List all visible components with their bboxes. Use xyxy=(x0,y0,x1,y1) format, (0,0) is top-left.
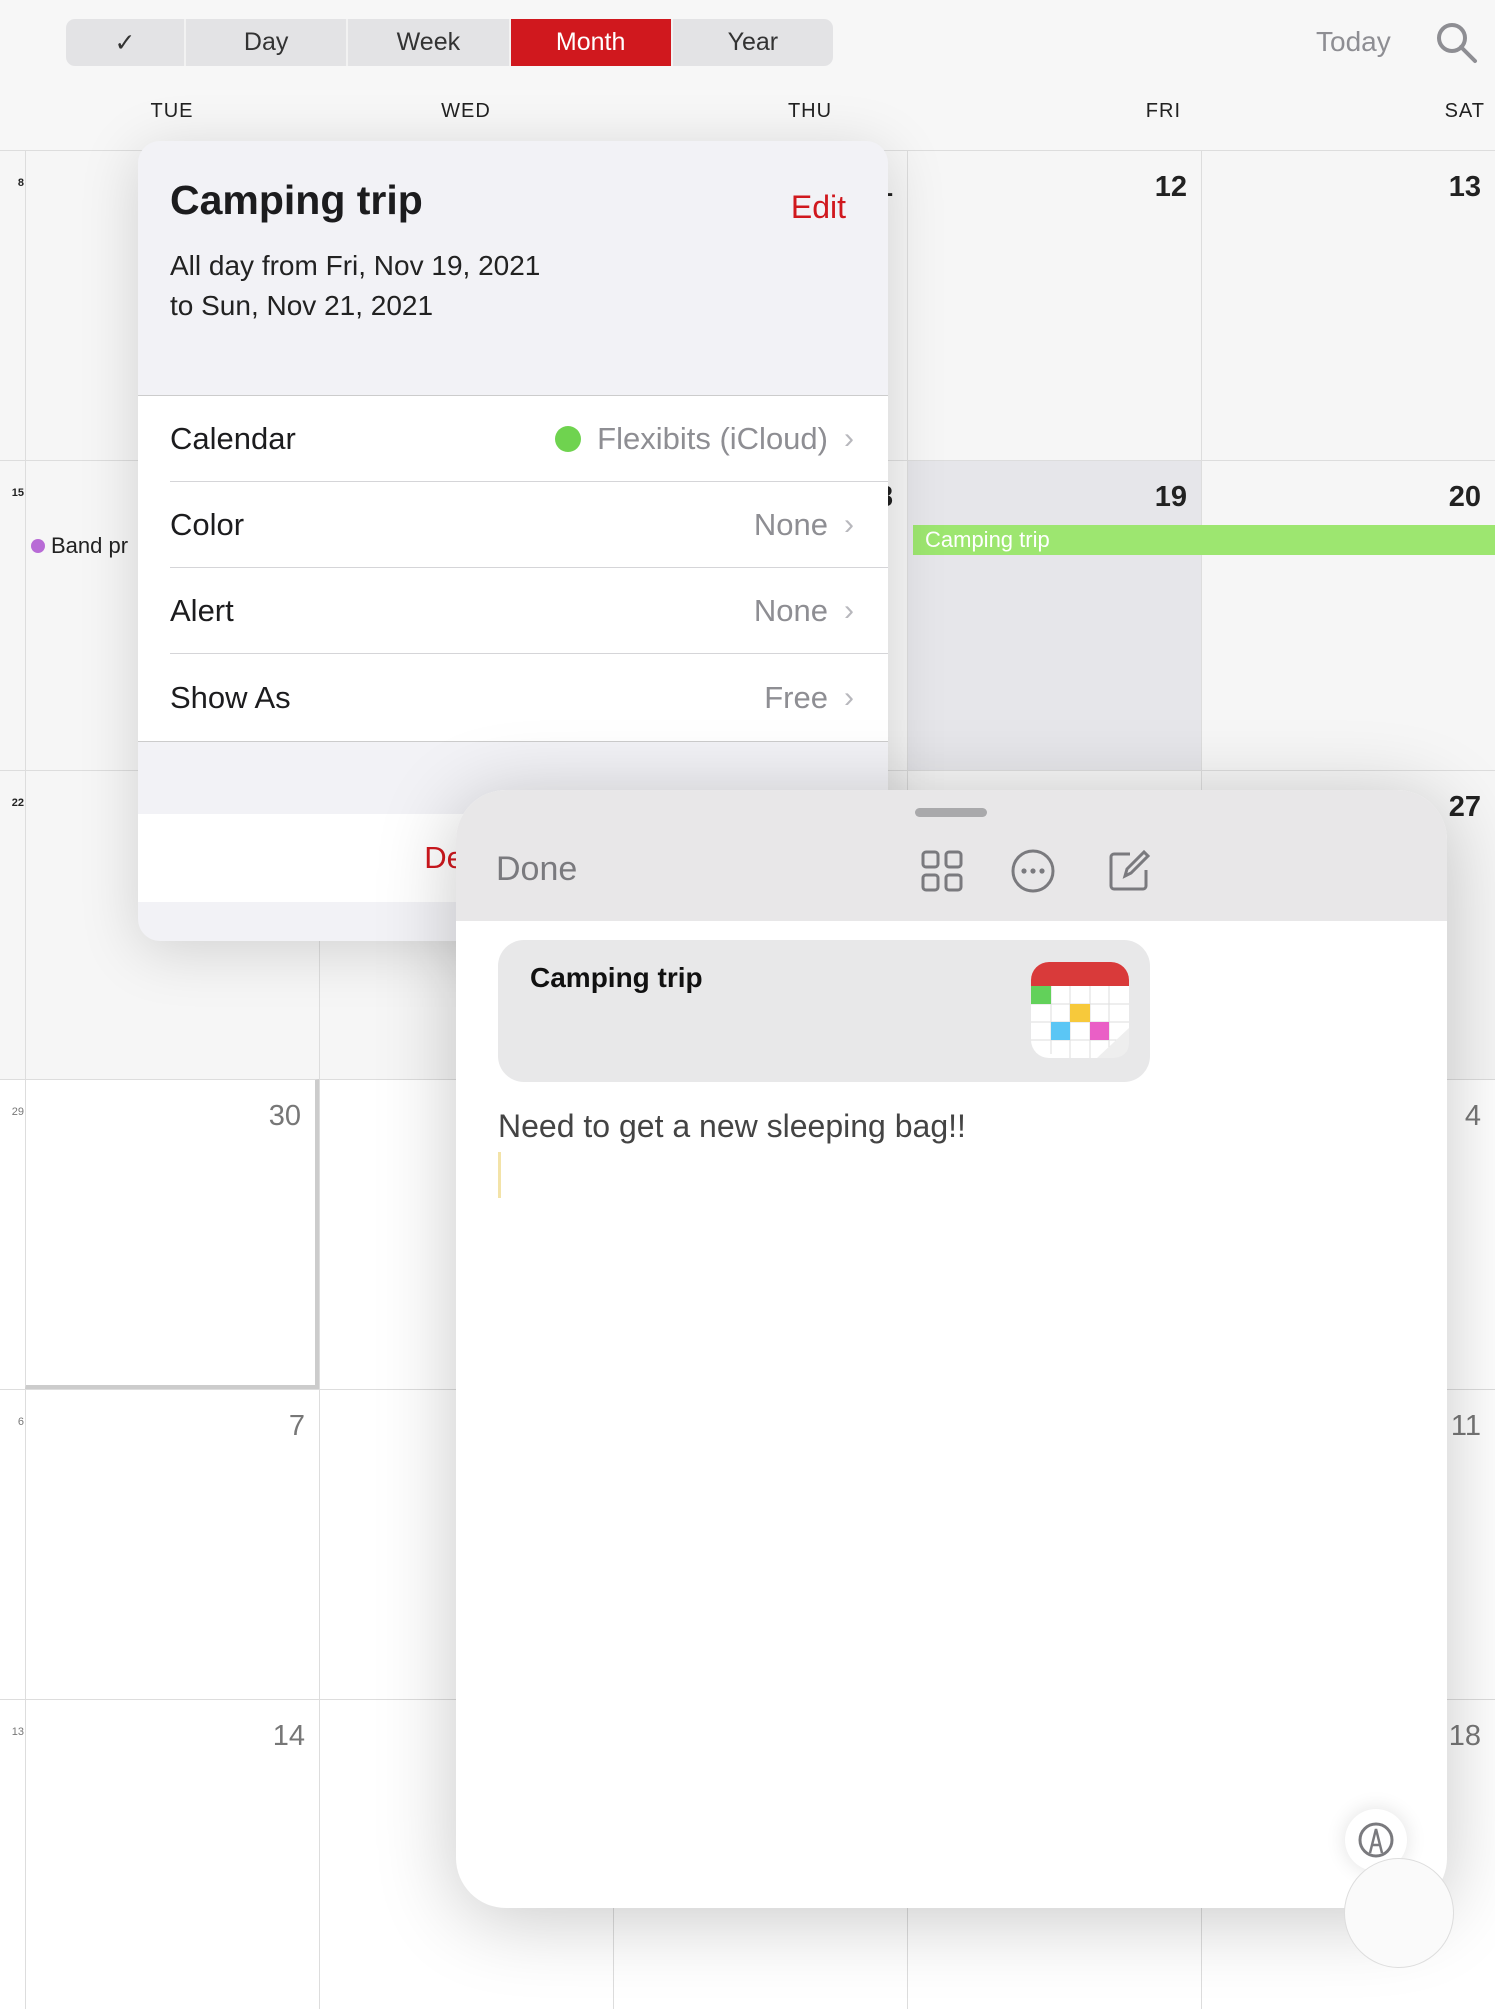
event-title: Camping trip xyxy=(170,177,423,223)
day-cell[interactable]: 14 xyxy=(25,1699,319,2009)
weekday-sat: SAT xyxy=(1444,100,1485,122)
row-label: Alert xyxy=(170,592,234,628)
segment-checkmark[interactable]: ✓ xyxy=(66,19,186,66)
search-icon[interactable] xyxy=(1434,20,1478,64)
event-dot xyxy=(31,539,45,553)
day-number: 14 xyxy=(272,1720,305,1752)
day-number: 30 xyxy=(268,1100,301,1133)
event-details-list: Calendar Flexibits (iCloud) › Color None › A… xyxy=(138,395,888,742)
day-cell[interactable]: 7 xyxy=(25,1389,319,1699)
chevron-right-icon: › xyxy=(844,680,854,714)
drag-handle[interactable] xyxy=(915,808,987,817)
event-dates: All day from Fri, Nov 19, 2021 to Sun, No… xyxy=(170,246,540,326)
day-number: 22 xyxy=(11,796,24,809)
date-line-2: to Sun, Nov 21, 2021 xyxy=(170,290,434,321)
day-cell[interactable]: 30 xyxy=(25,1079,319,1390)
segment-month[interactable]: Month xyxy=(510,19,673,66)
day-number: 8 xyxy=(17,177,24,189)
row-label: Color xyxy=(170,506,245,542)
text-cursor xyxy=(498,1152,501,1198)
day-cell[interactable]: 8 xyxy=(0,150,25,460)
day-cell[interactable]: 29 xyxy=(0,1079,25,1390)
more-icon[interactable] xyxy=(1010,848,1056,894)
row-value: None xyxy=(753,506,828,542)
row-calendar[interactable]: Calendar Flexibits (iCloud) › xyxy=(170,396,888,482)
row-value: Free xyxy=(764,679,828,715)
day-number: 27 xyxy=(1448,790,1481,823)
edit-button[interactable]: Edit xyxy=(791,189,846,226)
day-number: 4 xyxy=(1464,1100,1481,1133)
day-number: 18 xyxy=(1448,1720,1481,1752)
fantastical-app-icon xyxy=(1031,962,1129,1058)
day-cell[interactable]: 6 xyxy=(0,1389,25,1699)
day-cell[interactable]: 19 xyxy=(907,459,1201,770)
day-number: 13 xyxy=(11,1726,24,1738)
event-camping-trip[interactable]: Camping trip xyxy=(913,525,1495,555)
day-number: 20 xyxy=(1448,480,1481,513)
event-band-practice[interactable]: Band pr xyxy=(31,533,128,559)
date-line-1: All day from Fri, Nov 19, 2021 xyxy=(170,250,541,281)
day-number: 11 xyxy=(1450,1410,1481,1443)
segment-week[interactable]: Week xyxy=(348,19,511,66)
row-value: None xyxy=(753,592,828,628)
linked-event-card[interactable]: Camping trip xyxy=(498,940,1150,1082)
segment-day[interactable]: Day xyxy=(186,19,349,66)
day-cell[interactable]: 13 xyxy=(1201,150,1495,460)
view-segmented-control: ✓ Day Week Month Year xyxy=(66,19,833,66)
row-label: Calendar xyxy=(170,420,296,456)
day-number: 19 xyxy=(1154,480,1187,513)
row-show-as[interactable]: Show As Free › xyxy=(170,654,888,741)
weekday-fri: FRI xyxy=(1145,100,1181,122)
chevron-right-icon: › xyxy=(844,507,854,541)
day-cell[interactable]: 15 xyxy=(0,459,25,770)
done-button[interactable]: Done xyxy=(496,850,577,889)
weekday-wed: WED xyxy=(441,100,491,122)
row-alert[interactable]: Alert None › xyxy=(170,568,888,654)
row-color[interactable]: Color None › xyxy=(170,482,888,568)
toolbar: ✓ Day Week Month Year Today TUE WED THU … xyxy=(0,0,1495,150)
chevron-right-icon: › xyxy=(844,421,854,455)
row-value: Flexibits (iCloud) xyxy=(597,420,828,456)
chevron-right-icon: › xyxy=(844,593,854,627)
note-body-text[interactable]: Need to get a new sleeping bag!! xyxy=(498,1108,966,1145)
segment-year[interactable]: Year xyxy=(673,19,833,66)
calendar-color-dot xyxy=(555,425,582,452)
day-cell[interactable]: 13 xyxy=(0,1699,25,2009)
note-header: Done xyxy=(456,790,1447,921)
day-number: 7 xyxy=(288,1410,305,1443)
day-number: 15 xyxy=(11,486,24,499)
grid-icon[interactable] xyxy=(919,848,965,894)
day-number: 29 xyxy=(11,1106,24,1119)
today-button[interactable]: Today xyxy=(1316,26,1391,58)
quick-note-panel: Done Camping trip Need to get a new slee… xyxy=(456,790,1447,1908)
weekday-tue: TUE xyxy=(150,100,194,122)
compose-icon[interactable] xyxy=(1106,848,1152,894)
day-number: 13 xyxy=(1448,171,1481,203)
day-number: 6 xyxy=(17,1416,24,1429)
row-label: Show As xyxy=(170,679,291,715)
day-number: 12 xyxy=(1154,171,1187,203)
day-cell[interactable]: 12 xyxy=(907,150,1201,460)
weekday-thu: THU xyxy=(787,100,833,122)
add-event-button[interactable] xyxy=(1344,1858,1454,1968)
day-cell[interactable]: 22 xyxy=(0,769,25,1080)
day-cell[interactable]: 20 xyxy=(1201,459,1495,770)
card-title: Camping trip xyxy=(530,962,703,993)
event-label: Band pr xyxy=(51,533,129,558)
